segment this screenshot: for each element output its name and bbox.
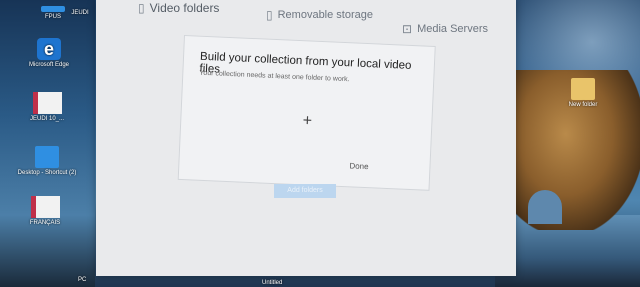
- edge-icon: e: [37, 38, 61, 60]
- desktop-icon-shortcut[interactable]: Desktop - Shortcut (2): [12, 146, 82, 177]
- tab-removable-storage[interactable]: ▯ Removable storage: [266, 8, 373, 22]
- taskbar-item-pc[interactable]: PC: [78, 277, 86, 283]
- add-folders-button[interactable]: Add folders: [274, 184, 336, 198]
- tab-bar: ▯ Video folders ▯ Removable storage ⊡ Me…: [96, 0, 516, 36]
- desktop-icon-label: FRANÇAIS: [29, 220, 61, 226]
- desktop-icon-jeudi-doc[interactable]: JEUDI 10_...: [12, 92, 82, 123]
- desktop-icon-new-folder[interactable]: New folder: [548, 78, 618, 109]
- document-icon: [32, 92, 62, 114]
- tab-video-folders[interactable]: ▯ Video folders: [138, 1, 219, 15]
- desktop-icon-edge[interactable]: e Microsoft Edge: [14, 38, 84, 69]
- desktop-icon-label: JEUDI 10_...: [29, 116, 64, 122]
- desktop-icon-label: Microsoft Edge: [28, 62, 70, 68]
- document-icon: ▯: [138, 1, 145, 15]
- taskbar-item-untitled[interactable]: Untitled: [262, 280, 282, 286]
- app-window: ▯ Video folders ▯ Removable storage ⊡ Me…: [96, 0, 516, 276]
- desktop-icon-label: Desktop - Shortcut (2): [17, 170, 77, 176]
- tab-media-servers[interactable]: ⊡ Media Servers: [402, 22, 488, 36]
- desktop-icon-francais[interactable]: FRANÇAIS: [10, 196, 80, 227]
- desktop-icon-label: New folder: [568, 102, 598, 108]
- document-icon: [30, 196, 60, 218]
- folder-icon: [35, 146, 59, 168]
- tab-label: Removable storage: [277, 9, 373, 21]
- usb-icon: ▯: [266, 8, 273, 22]
- add-folders-dialog: Build your collection from your local vi…: [177, 35, 436, 191]
- media-server-icon: ⊡: [402, 22, 413, 36]
- add-folder-plus-button[interactable]: +: [299, 112, 316, 130]
- tab-label: Video folders: [149, 1, 220, 15]
- done-button[interactable]: Done: [349, 161, 368, 171]
- desktop-icon-label: JEUDI: [71, 10, 89, 16]
- wallpaper-rock-arch: [528, 190, 562, 224]
- folder-icon: [571, 78, 595, 100]
- tab-label: Media Servers: [417, 23, 488, 35]
